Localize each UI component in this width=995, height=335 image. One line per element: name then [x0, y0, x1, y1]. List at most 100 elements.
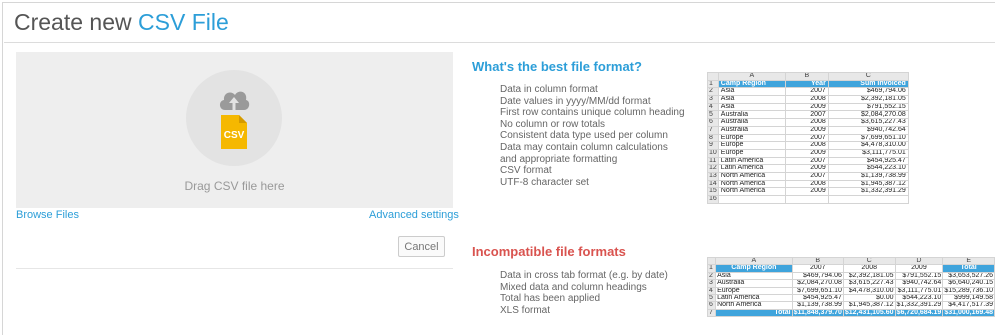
row-number: 5 — [707, 110, 719, 120]
table-cell: Australia — [717, 118, 786, 127]
table-cell: Latin America — [717, 156, 786, 166]
incompatible-format-list: Data in cross tab format (e.g. by date) … — [500, 270, 668, 316]
table-cell: $1,332,391.29 — [894, 301, 944, 310]
page-title-prefix: Create new — [14, 9, 132, 35]
header-cell: 2008 — [842, 264, 896, 273]
page-title-accent: CSV File — [138, 9, 229, 35]
table-cell: 2007 — [784, 87, 829, 97]
table-cell: $7,699,651.10 — [827, 133, 909, 143]
total-cell: $12,431,105.60 — [842, 308, 896, 318]
advanced-settings-link[interactable]: Advanced settings — [369, 209, 459, 221]
table-row: 10 Europe 2009 $3,111,775.01 — [707, 148, 909, 158]
header-row: 1 Camp Region Year Sum Invoiced — [707, 79, 909, 89]
table-cell: $2,392,181.05 — [827, 95, 909, 104]
browse-files-link[interactable]: Browse Files — [16, 209, 79, 221]
table-cell: $2,084,270.08 — [827, 110, 909, 120]
table-cell: $469,794.06 — [791, 271, 844, 281]
table-cell: $1,139,738.99 — [791, 301, 844, 310]
table-cell: Asia — [717, 102, 786, 112]
column-letter: D — [894, 256, 944, 266]
table-cell: 2008 — [784, 118, 829, 127]
table-row: 11 Latin America 2007 $454,925.47 — [707, 156, 909, 166]
table-cell: 2008 — [784, 95, 829, 104]
column-letter: A — [717, 72, 786, 81]
header-cell: Year — [784, 79, 829, 89]
row-number: 16 — [707, 195, 719, 204]
row-number: 13 — [707, 171, 719, 181]
row-number: 2 — [706, 271, 717, 281]
table-row: 13 North America 2007 $1,139,738.99 — [707, 171, 909, 181]
list-item: No column or row totals — [500, 118, 606, 130]
table-cell: Australia — [715, 279, 793, 288]
corner-cell — [706, 256, 717, 266]
row-number: 6 — [707, 118, 719, 127]
table-cell: 2007 — [784, 171, 829, 181]
header-row: 1 Camp Region 2007 2008 2009 Total — [706, 264, 995, 273]
row-number: 8 — [707, 133, 719, 143]
total-cell: $11,848,379.70 — [791, 308, 844, 318]
header-cell: 2007 — [791, 264, 844, 273]
table-cell: 2007 — [784, 133, 829, 143]
table-cell: North America — [715, 301, 793, 310]
cancel-button[interactable]: Cancel — [398, 236, 445, 257]
incompatible-format-heading: Incompatible file formats — [472, 244, 626, 259]
table-cell: 2007 — [784, 110, 829, 120]
table-row: 7 Australia 2009 $940,742.64 — [707, 125, 909, 135]
table-cell: $4,417,517.39 — [942, 301, 995, 310]
table-cell: $3,615,227.43 — [842, 279, 896, 288]
table-cell: $791,552.15 — [827, 102, 909, 112]
table-cell: Latin America — [715, 293, 793, 303]
column-letter: C — [842, 256, 896, 266]
column-letter: C — [827, 72, 909, 81]
row-number: 4 — [707, 102, 719, 112]
column-letter-row: A B C — [707, 72, 909, 81]
table-cell: Asia — [717, 95, 786, 104]
list-item: Data in column format — [500, 84, 598, 95]
best-format-list: Data in column format Date values in yyy… — [500, 84, 685, 188]
table-cell: $469,794.06 — [827, 87, 909, 97]
table-cell: $7,699,651.10 — [791, 286, 844, 295]
best-format-heading: What's the best file format? — [472, 59, 642, 74]
table-cell: 2009 — [784, 148, 829, 158]
file-icon-label: CSV — [224, 130, 245, 141]
row-number: 7 — [707, 125, 719, 135]
total-cell: $31,000,169.48 — [942, 308, 995, 318]
table-cell: $1,332,391.29 — [827, 187, 909, 196]
table-cell: 2009 — [784, 164, 829, 173]
row-number: 15 — [707, 187, 719, 196]
table-cell: $999,149.58 — [942, 293, 995, 303]
csv-file-icon: CSV — [221, 115, 247, 149]
table-cell: $940,742.64 — [894, 279, 944, 288]
header-cell: Camp Region — [715, 264, 793, 273]
header-cell: 2009 — [894, 264, 944, 273]
table-row: 15 North America 2009 $1,332,391.29 — [707, 187, 909, 196]
table-cell: 2008 — [784, 141, 829, 150]
left-divider — [16, 268, 453, 269]
empty-cell — [717, 195, 786, 204]
table-cell: $3,615,227.43 — [827, 118, 909, 127]
corner-cell — [707, 72, 719, 81]
total-row: 7 Total $11,848,379.70 $12,431,105.60 $6… — [706, 308, 995, 318]
table-cell: $6,640,240.15 — [942, 279, 995, 288]
table-cell: Asia — [717, 87, 786, 97]
table-cell: 2008 — [784, 179, 829, 189]
empty-cell — [827, 195, 909, 204]
page-title: Create new CSV File — [14, 9, 229, 36]
csv-drop-zone[interactable]: CSV Drag CSV file here — [16, 52, 453, 208]
table-row: 2 Asia $469,794.06 $2,392,181.05 $791,552.15… — [706, 271, 995, 281]
table-cell: North America — [717, 179, 786, 189]
table-cell: $454,925.47 — [791, 293, 844, 303]
table-row: 9 Europe 2008 $4,478,310.00 — [707, 141, 909, 150]
list-item: UTF-8 character set — [500, 176, 589, 188]
table-row: 5 Latin America $454,925.47 $0.00 $544,223.1… — [706, 293, 995, 303]
table-cell: Australia — [717, 110, 786, 120]
header-cell: Sum Invoiced — [827, 79, 909, 89]
table-cell: Europe — [717, 141, 786, 150]
row-number: 14 — [707, 179, 719, 189]
list-item: Mixed data and column headings — [500, 281, 647, 293]
table-cell: $940,742.64 — [827, 125, 909, 135]
table-cell: $3,111,775.01 — [894, 286, 944, 295]
table-row: 3 Asia 2008 $2,392,181.05 — [707, 95, 909, 104]
table-cell: 2007 — [784, 156, 829, 166]
row-number: 2 — [707, 87, 719, 97]
